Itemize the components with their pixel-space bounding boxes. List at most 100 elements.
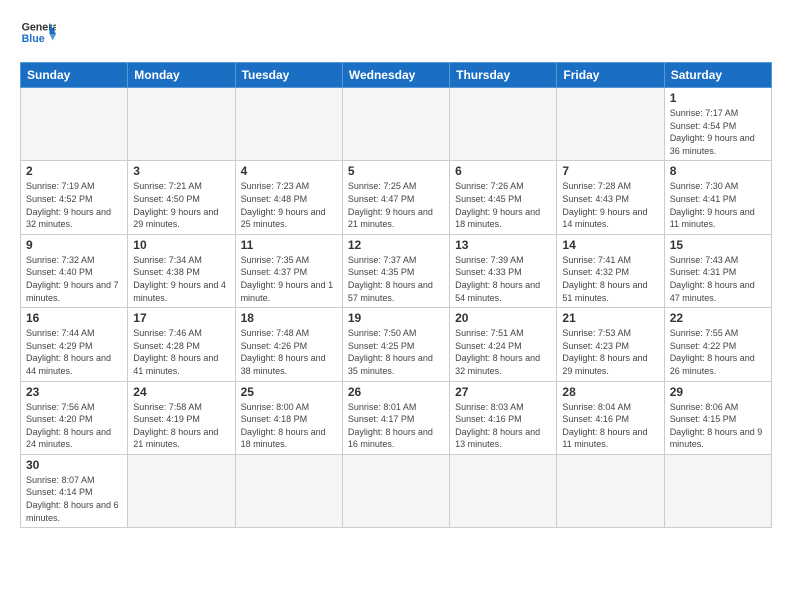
calendar-cell-w5d2 [235,454,342,527]
day-info: Sunrise: 7:25 AM Sunset: 4:47 PM Dayligh… [348,180,444,230]
calendar-cell-w0d4 [450,88,557,161]
day-info: Sunrise: 7:37 AM Sunset: 4:35 PM Dayligh… [348,254,444,304]
weekday-header-thursday: Thursday [450,63,557,88]
calendar-week-2: 9 Sunrise: 7:32 AM Sunset: 4:40 PM Daylig… [21,234,772,307]
calendar-cell-w2d3: 12 Sunrise: 7:37 AM Sunset: 4:35 PM Dayli… [342,234,449,307]
day-info: Sunrise: 7:32 AM Sunset: 4:40 PM Dayligh… [26,254,122,304]
day-number: 18 [241,311,337,325]
day-info: Sunrise: 8:00 AM Sunset: 4:18 PM Dayligh… [241,401,337,451]
day-info: Sunrise: 7:51 AM Sunset: 4:24 PM Dayligh… [455,327,551,377]
weekday-header-saturday: Saturday [664,63,771,88]
day-number: 15 [670,238,766,252]
day-info: Sunrise: 7:43 AM Sunset: 4:31 PM Dayligh… [670,254,766,304]
day-info: Sunrise: 7:26 AM Sunset: 4:45 PM Dayligh… [455,180,551,230]
calendar-cell-w2d5: 14Sunrise: 7:41 AM Sunset: 4:32 PM Dayli… [557,234,664,307]
day-info: Sunrise: 8:07 AM Sunset: 4:14 PM Dayligh… [26,474,122,524]
calendar-cell-w0d1 [128,88,235,161]
calendar-week-5: 30 Sunrise: 8:07 AM Sunset: 4:14 PM Dayli… [21,454,772,527]
day-number: 7 [562,164,658,178]
calendar-cell-w1d0: 2Sunrise: 7:19 AM Sunset: 4:52 PM Daylig… [21,161,128,234]
day-info: Sunrise: 7:28 AM Sunset: 4:43 PM Dayligh… [562,180,658,230]
calendar-cell-w0d0 [21,88,128,161]
day-info: Sunrise: 7:21 AM Sunset: 4:50 PM Dayligh… [133,180,229,230]
calendar-cell-w3d5: 21Sunrise: 7:53 AM Sunset: 4:23 PM Dayli… [557,308,664,381]
calendar-cell-w1d3: 5 Sunrise: 7:25 AM Sunset: 4:47 PM Daylig… [342,161,449,234]
day-number: 29 [670,385,766,399]
calendar-cell-w5d4 [450,454,557,527]
calendar-cell-w2d1: 10 Sunrise: 7:34 AM Sunset: 4:38 PM Dayli… [128,234,235,307]
calendar-cell-w2d2: 11 Sunrise: 7:35 AM Sunset: 4:37 PM Dayli… [235,234,342,307]
day-number: 4 [241,164,337,178]
calendar-cell-w0d6: 1 Sunrise: 7:17 AM Sunset: 4:54 PM Daylig… [664,88,771,161]
calendar-cell-w4d3: 26 Sunrise: 8:01 AM Sunset: 4:17 PM Dayli… [342,381,449,454]
day-info: Sunrise: 7:53 AM Sunset: 4:23 PM Dayligh… [562,327,658,377]
svg-text:Blue: Blue [22,33,45,45]
logo-icon: General Blue [20,16,56,52]
calendar-cell-w4d4: 27 Sunrise: 8:03 AM Sunset: 4:16 PM Dayli… [450,381,557,454]
day-number: 26 [348,385,444,399]
calendar-cell-w5d1 [128,454,235,527]
day-number: 17 [133,311,229,325]
calendar-week-3: 16Sunrise: 7:44 AM Sunset: 4:29 PM Dayli… [21,308,772,381]
calendar-cell-w1d1: 3Sunrise: 7:21 AM Sunset: 4:50 PM Daylig… [128,161,235,234]
calendar-week-1: 2Sunrise: 7:19 AM Sunset: 4:52 PM Daylig… [21,161,772,234]
day-number: 13 [455,238,551,252]
calendar-cell-w3d0: 16Sunrise: 7:44 AM Sunset: 4:29 PM Dayli… [21,308,128,381]
day-number: 12 [348,238,444,252]
day-info: Sunrise: 8:04 AM Sunset: 4:16 PM Dayligh… [562,401,658,451]
day-info: Sunrise: 7:50 AM Sunset: 4:25 PM Dayligh… [348,327,444,377]
weekday-header-tuesday: Tuesday [235,63,342,88]
day-info: Sunrise: 7:55 AM Sunset: 4:22 PM Dayligh… [670,327,766,377]
day-number: 1 [670,91,766,105]
calendar-cell-w3d3: 19Sunrise: 7:50 AM Sunset: 4:25 PM Dayli… [342,308,449,381]
calendar-cell-w2d4: 13 Sunrise: 7:39 AM Sunset: 4:33 PM Dayli… [450,234,557,307]
page: General Blue SundayMondayTuesdayWednesda… [0,0,792,612]
day-number: 5 [348,164,444,178]
day-info: Sunrise: 7:41 AM Sunset: 4:32 PM Dayligh… [562,254,658,304]
day-number: 24 [133,385,229,399]
day-info: Sunrise: 7:17 AM Sunset: 4:54 PM Dayligh… [670,107,766,157]
day-number: 23 [26,385,122,399]
calendar-cell-w5d0: 30 Sunrise: 8:07 AM Sunset: 4:14 PM Dayli… [21,454,128,527]
calendar-cell-w1d5: 7 Sunrise: 7:28 AM Sunset: 4:43 PM Daylig… [557,161,664,234]
day-info: Sunrise: 7:34 AM Sunset: 4:38 PM Dayligh… [133,254,229,304]
calendar-cell-w2d0: 9 Sunrise: 7:32 AM Sunset: 4:40 PM Daylig… [21,234,128,307]
day-info: Sunrise: 7:35 AM Sunset: 4:37 PM Dayligh… [241,254,337,304]
calendar-week-0: 1 Sunrise: 7:17 AM Sunset: 4:54 PM Daylig… [21,88,772,161]
calendar-table: SundayMondayTuesdayWednesdayThursdayFrid… [20,62,772,528]
calendar-cell-w5d5 [557,454,664,527]
calendar-cell-w1d4: 6 Sunrise: 7:26 AM Sunset: 4:45 PM Daylig… [450,161,557,234]
calendar-cell-w5d6 [664,454,771,527]
calendar-cell-w4d0: 23 Sunrise: 7:56 AM Sunset: 4:20 PM Dayli… [21,381,128,454]
day-number: 2 [26,164,122,178]
weekday-header-wednesday: Wednesday [342,63,449,88]
calendar-cell-w4d6: 29Sunrise: 8:06 AM Sunset: 4:15 PM Dayli… [664,381,771,454]
day-info: Sunrise: 8:01 AM Sunset: 4:17 PM Dayligh… [348,401,444,451]
day-info: Sunrise: 7:46 AM Sunset: 4:28 PM Dayligh… [133,327,229,377]
day-info: Sunrise: 7:56 AM Sunset: 4:20 PM Dayligh… [26,401,122,451]
day-number: 30 [26,458,122,472]
day-info: Sunrise: 7:39 AM Sunset: 4:33 PM Dayligh… [455,254,551,304]
calendar-cell-w1d2: 4 Sunrise: 7:23 AM Sunset: 4:48 PM Daylig… [235,161,342,234]
day-info: Sunrise: 7:30 AM Sunset: 4:41 PM Dayligh… [670,180,766,230]
day-info: Sunrise: 7:44 AM Sunset: 4:29 PM Dayligh… [26,327,122,377]
day-number: 9 [26,238,122,252]
calendar-cell-w0d2 [235,88,342,161]
day-number: 11 [241,238,337,252]
calendar-cell-w0d5 [557,88,664,161]
calendar-week-4: 23 Sunrise: 7:56 AM Sunset: 4:20 PM Dayli… [21,381,772,454]
day-number: 27 [455,385,551,399]
calendar-cell-w3d4: 20Sunrise: 7:51 AM Sunset: 4:24 PM Dayli… [450,308,557,381]
weekday-header-friday: Friday [557,63,664,88]
day-info: Sunrise: 7:23 AM Sunset: 4:48 PM Dayligh… [241,180,337,230]
day-info: Sunrise: 8:03 AM Sunset: 4:16 PM Dayligh… [455,401,551,451]
day-number: 25 [241,385,337,399]
day-number: 28 [562,385,658,399]
day-number: 22 [670,311,766,325]
day-number: 6 [455,164,551,178]
day-number: 10 [133,238,229,252]
day-info: Sunrise: 7:58 AM Sunset: 4:19 PM Dayligh… [133,401,229,451]
calendar-cell-w3d1: 17 Sunrise: 7:46 AM Sunset: 4:28 PM Dayli… [128,308,235,381]
weekday-header-monday: Monday [128,63,235,88]
calendar-cell-w1d6: 8Sunrise: 7:30 AM Sunset: 4:41 PM Daylig… [664,161,771,234]
